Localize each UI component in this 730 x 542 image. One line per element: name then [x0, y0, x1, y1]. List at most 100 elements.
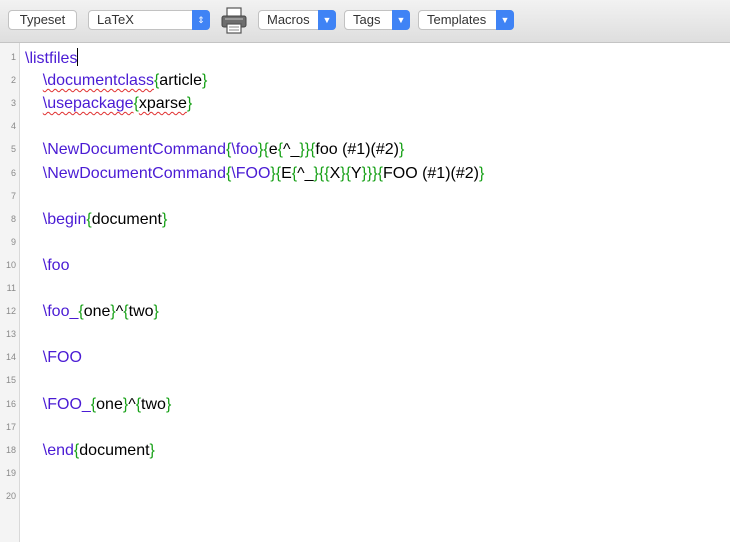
code-line[interactable]: \foo	[25, 256, 70, 276]
code-token: E	[281, 164, 292, 182]
code-token: two	[141, 395, 166, 413]
code-token: }	[149, 441, 155, 459]
code-token: article	[159, 72, 202, 90]
line-number: 17	[5, 421, 16, 432]
code-token: \listfiles	[25, 50, 78, 67]
chevron-down-icon: ▼	[392, 10, 410, 30]
printer-icon[interactable]	[219, 5, 249, 35]
code-token: }}{	[299, 141, 316, 159]
line-number: 14	[5, 352, 16, 363]
code-token: \NewDocumentCommand	[42, 164, 226, 182]
code-token: \foo_	[42, 303, 79, 321]
line-number: 9	[10, 236, 16, 247]
code-token: \documentclass	[42, 72, 154, 90]
code-line[interactable]: \FOO	[25, 348, 82, 368]
chevron-down-icon: ▼	[318, 10, 336, 30]
code-token: \FOO	[42, 349, 82, 367]
code-token: Y	[350, 164, 362, 182]
line-number: 4	[10, 121, 16, 132]
code-line[interactable]: \NewDocumentCommand{\FOO}{E{^_}{{X}{Y}}}…	[25, 164, 485, 184]
code-line[interactable]: \documentclass{article}	[25, 71, 208, 91]
line-number: 13	[5, 329, 16, 340]
code-token: e	[268, 141, 278, 159]
templates-menu[interactable]: Templates ▼	[418, 10, 514, 30]
tags-label: Tags	[353, 12, 381, 27]
line-number: 8	[10, 213, 16, 224]
line-number: 2	[10, 75, 16, 86]
code-token: document	[79, 441, 150, 459]
code-token: \FOO_	[42, 395, 91, 413]
code-token: \end	[42, 441, 74, 459]
code-token: two	[128, 303, 154, 321]
code-line[interactable]: \listfiles	[25, 48, 79, 68]
code-token: }{	[270, 164, 282, 182]
code-token: ^_	[282, 141, 300, 159]
code-token: }{	[258, 141, 269, 159]
code-token: \foo	[42, 256, 70, 274]
engine-value: LaTeX	[97, 12, 134, 27]
line-number: 1	[10, 52, 16, 62]
code-token: document	[91, 210, 162, 228]
code-token: }	[165, 395, 172, 413]
engine-select[interactable]: LaTeX ⇕	[88, 10, 210, 30]
line-number: 5	[10, 144, 16, 155]
code-token: }	[161, 210, 168, 228]
code-line[interactable]: \end{document}	[25, 441, 155, 461]
chevron-updown-icon: ⇕	[192, 10, 210, 30]
code-token: \usepackage	[42, 95, 134, 113]
code-token: }	[398, 141, 405, 159]
line-number: 19	[5, 467, 16, 478]
typeset-button[interactable]: Typeset	[8, 10, 77, 30]
code-line[interactable]: \NewDocumentCommand{\foo}{e{^_}}{foo (#1…	[25, 140, 405, 160]
chevron-down-icon: ▼	[496, 10, 514, 30]
code-token: foo (#1)(#2)	[315, 141, 399, 159]
code-token: ^	[128, 395, 136, 413]
code-token: \foo	[231, 141, 258, 159]
code-line[interactable]: \FOO_{one}^{two}	[25, 395, 172, 415]
code-token: ^_	[297, 164, 314, 182]
code-token: FOO (#1)(#2)	[382, 164, 479, 182]
code-token: }{	[340, 164, 351, 182]
tags-menu[interactable]: Tags ▼	[344, 10, 410, 30]
text-caret	[77, 48, 79, 66]
code-line[interactable]: \foo_{one}^{two}	[25, 302, 159, 322]
code-token: \begin	[42, 210, 87, 228]
line-number: 7	[10, 190, 16, 201]
code-line[interactable]: \usepackage{xparse}	[25, 94, 192, 114]
line-number: 18	[5, 444, 16, 455]
macros-label: Macros	[267, 12, 310, 27]
code-token: \FOO	[231, 164, 271, 182]
line-number-gutter: 1 2 3 4 5 6 7 8 9 10 11 12 13 14 15 16 17 18 19 20	[0, 43, 20, 542]
code-token: one	[96, 395, 123, 413]
line-number: 6	[10, 167, 16, 178]
code-token: }	[201, 72, 208, 90]
code-token: }	[186, 95, 193, 113]
code-line[interactable]: \begin{document}	[25, 210, 168, 230]
code-token: }	[153, 303, 159, 321]
code-token: }	[478, 164, 485, 182]
line-number: 20	[5, 490, 16, 501]
line-number: 11	[6, 283, 16, 293]
line-number: 12	[5, 306, 16, 317]
toolbar: Typeset LaTeX ⇕ Macros ▼ Tags ▼ Template…	[0, 0, 730, 43]
code-token: X	[329, 164, 341, 182]
line-number: 10	[5, 259, 16, 270]
code-token: }{{	[313, 164, 330, 182]
code-token: xparse	[138, 95, 187, 113]
line-number: 15	[5, 375, 16, 386]
code-token: \NewDocumentCommand	[42, 141, 226, 159]
typeset-label: Typeset	[19, 12, 66, 27]
code-token: }}}{	[361, 164, 383, 182]
macros-menu[interactable]: Macros ▼	[258, 10, 336, 30]
templates-label: Templates	[427, 12, 487, 27]
